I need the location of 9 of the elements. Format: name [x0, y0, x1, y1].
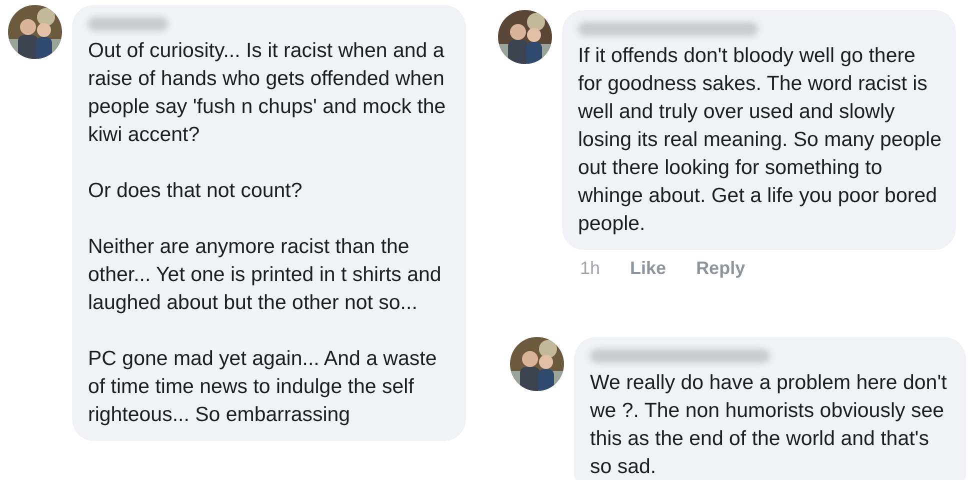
- comment-text: PC gone mad yet again... And a waste of time time news to indulge the self righteous... So embarrassing: [88, 346, 438, 428]
- like-link[interactable]: Like: [630, 258, 666, 279]
- reply-link[interactable]: Reply: [696, 258, 746, 279]
- comment-text: Or does that not count?: [88, 178, 304, 204]
- timestamp: 1h: [580, 258, 600, 279]
- comment-text: We really do have a problem here don't we ?. The non humorists obviously see this as the end of the world and that's so sad.: [590, 370, 948, 480]
- comment-text: Out of curiosity... Is it racist when and a raise of hands who gets offended when people say 'fush n chups' and mock the kiwi accent?: [88, 38, 447, 148]
- comment-text: Neither are anymore racist than the other... Yet one is printed in t shirts and laughed about but the other not so...: [88, 234, 442, 316]
- comment-text: If it offends don't bloody well go there for goodness sakes. The word racist is well and truly over used and slowly losing its real meaning. So many people out there looking for something to whinge about. Get a life you poor bored people.: [578, 43, 942, 237]
